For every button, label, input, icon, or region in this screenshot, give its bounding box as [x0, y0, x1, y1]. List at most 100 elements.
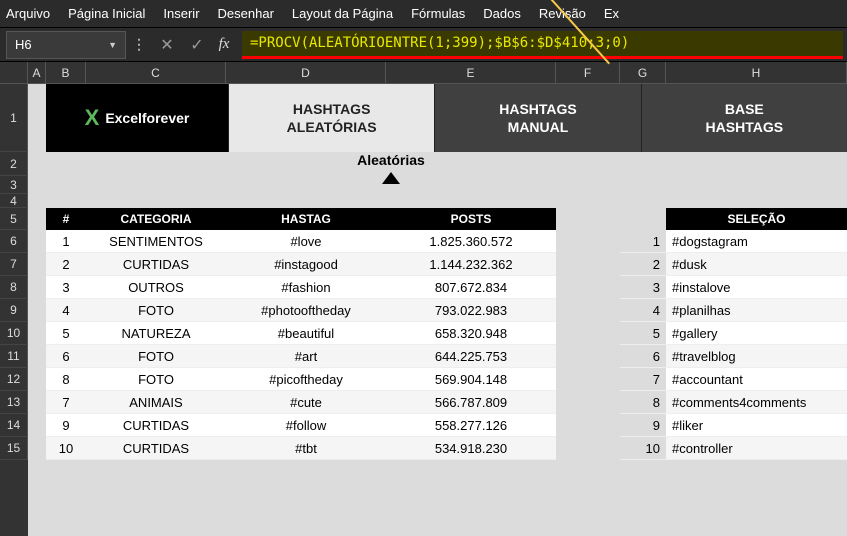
cell-num: 3: [620, 276, 666, 298]
select-all-cell[interactable]: [0, 62, 28, 83]
menu-arquivo[interactable]: Arquivo: [6, 6, 50, 21]
cell-categoria: CURTIDAS: [86, 414, 226, 436]
row-header-10[interactable]: 10: [0, 322, 28, 345]
tab-hashtags-aleatorias[interactable]: HASHTAGS ALEATÓRIAS: [228, 84, 434, 152]
table-row[interactable]: 1#dogstagram: [620, 230, 847, 253]
tab-base-hashtags[interactable]: BASE HASHTAGS: [641, 84, 847, 152]
cell-categoria: ANIMAIS: [86, 391, 226, 413]
col-header-c[interactable]: C: [86, 62, 226, 83]
menu-layout-pagina[interactable]: Layout da Página: [292, 6, 393, 21]
tab-hashtags-manual[interactable]: HASHTAGS MANUAL: [434, 84, 640, 152]
cell-selecao: #dogstagram: [666, 230, 847, 252]
menu-dados[interactable]: Dados: [483, 6, 521, 21]
cell-hastag: #beautiful: [226, 322, 386, 344]
lh-categoria: CATEGORIA: [86, 208, 226, 230]
row-header-14[interactable]: 14: [0, 414, 28, 437]
accept-formula-button[interactable]: ✓: [182, 31, 212, 59]
row-header-1[interactable]: 1: [0, 84, 28, 152]
cell-selecao: #instalove: [666, 276, 847, 298]
row-header-2[interactable]: 2: [0, 152, 28, 176]
col-header-b[interactable]: B: [46, 62, 86, 83]
menu-pagina-inicial[interactable]: Página Inicial: [68, 6, 145, 21]
cancel-formula-button[interactable]: ✕: [152, 31, 182, 59]
name-box-value: H6: [15, 37, 32, 52]
table-row[interactable]: 10#controller: [620, 437, 847, 460]
cell-posts: 566.787.809: [386, 391, 556, 413]
data-area: # CATEGORIA HASTAG POSTS 1SENTIMENTOS#lo…: [46, 208, 847, 460]
check-icon: ✓: [190, 35, 203, 55]
grid: 1 2 3 4 5 6 7 8 9 10 11 12 13 14 15 X Ex…: [0, 84, 847, 536]
table-row[interactable]: 6FOTO#art644.225.753: [46, 345, 556, 368]
row-header-8[interactable]: 8: [0, 276, 28, 299]
table-row[interactable]: 4FOTO#photooftheday793.022.983: [46, 299, 556, 322]
row-header-15[interactable]: 15: [0, 437, 28, 460]
excel-x-icon: X: [85, 105, 100, 131]
table-row[interactable]: 5#gallery: [620, 322, 847, 345]
subheader: Aleatórias: [46, 152, 556, 194]
cell-num: 8: [620, 391, 666, 413]
col-header-h[interactable]: H: [666, 62, 847, 83]
table-row[interactable]: 9CURTIDAS#follow558.277.126: [46, 414, 556, 437]
formula-bar[interactable]: =PROCV(ALEATÓRIOENTRE(1;399);$B$6:$D$410…: [242, 31, 843, 59]
menu-revisao[interactable]: Revisão: [539, 6, 586, 21]
row-header-4[interactable]: 4: [0, 194, 28, 208]
col-header-e[interactable]: E: [386, 62, 556, 83]
row-header-7[interactable]: 7: [0, 253, 28, 276]
cell-num: 4: [620, 299, 666, 321]
table-row[interactable]: 3OUTROS#fashion807.672.834: [46, 276, 556, 299]
table-row[interactable]: 2CURTIDAS#instagood1.144.232.362: [46, 253, 556, 276]
name-box[interactable]: H6 ▼: [6, 31, 126, 59]
table-row[interactable]: 1SENTIMENTOS#love1.825.360.572: [46, 230, 556, 253]
cell-num: 9: [620, 414, 666, 436]
menu-desenhar[interactable]: Desenhar: [218, 6, 274, 21]
cell-categoria: OUTROS: [86, 276, 226, 298]
cell-selecao: #dusk: [666, 253, 847, 275]
table-row[interactable]: 6#travelblog: [620, 345, 847, 368]
table-row[interactable]: 5NATUREZA#beautiful658.320.948: [46, 322, 556, 345]
cell-num: 1: [46, 230, 86, 252]
right-table-header: SELEÇÃO: [620, 208, 847, 230]
cell-num: 10: [620, 437, 666, 459]
table-row[interactable]: 8#comments4comments: [620, 391, 847, 414]
cell-selecao: #travelblog: [666, 345, 847, 367]
row-header-12[interactable]: 12: [0, 368, 28, 391]
cell-hastag: #photooftheday: [226, 299, 386, 321]
row-header-6[interactable]: 6: [0, 230, 28, 253]
cell-categoria: NATUREZA: [86, 322, 226, 344]
cell-num: 4: [46, 299, 86, 321]
row-header-3[interactable]: 3: [0, 176, 28, 194]
menu-formulas[interactable]: Fórmulas: [411, 6, 465, 21]
cell-posts: 1.144.232.362: [386, 253, 556, 275]
separator-icon: ⋮: [126, 36, 152, 53]
col-header-a[interactable]: A: [28, 62, 46, 83]
close-icon: ✕: [160, 35, 173, 55]
table-row[interactable]: 7#accountant: [620, 368, 847, 391]
table-row[interactable]: 9#liker: [620, 414, 847, 437]
cell-num: 7: [620, 368, 666, 390]
row-header-5[interactable]: 5: [0, 208, 28, 230]
row-header-13[interactable]: 13: [0, 391, 28, 414]
menu-exibir-cut[interactable]: Ex: [604, 6, 619, 21]
col-header-g[interactable]: G: [620, 62, 666, 83]
table-row[interactable]: 3#instalove: [620, 276, 847, 299]
sheet-area[interactable]: X Excelforever HASHTAGS ALEATÓRIAS HASHT…: [28, 84, 847, 536]
cell-hastag: #love: [226, 230, 386, 252]
table-row[interactable]: 4#planilhas: [620, 299, 847, 322]
cell-selecao: #gallery: [666, 322, 847, 344]
cell-categoria: FOTO: [86, 345, 226, 367]
formula-text: =PROCV(ALEATÓRIOENTRE(1;399);$B$6:$D$410…: [250, 35, 629, 51]
table-row[interactable]: 7ANIMAIS#cute566.787.809: [46, 391, 556, 414]
triangle-up-icon: [382, 172, 400, 184]
col-header-f[interactable]: F: [556, 62, 620, 83]
menu-inserir[interactable]: Inserir: [163, 6, 199, 21]
chevron-down-icon: ▼: [108, 40, 117, 50]
row-header-11[interactable]: 11: [0, 345, 28, 368]
insert-function-button[interactable]: fx: [212, 31, 242, 59]
table-row[interactable]: 10CURTIDAS#tbt534.918.230: [46, 437, 556, 460]
cell-hastag: #cute: [226, 391, 386, 413]
cell-categoria: SENTIMENTOS: [86, 230, 226, 252]
row-header-9[interactable]: 9: [0, 299, 28, 322]
col-header-d[interactable]: D: [226, 62, 386, 83]
table-row[interactable]: 8FOTO#picoftheday569.904.148: [46, 368, 556, 391]
table-row[interactable]: 2#dusk: [620, 253, 847, 276]
